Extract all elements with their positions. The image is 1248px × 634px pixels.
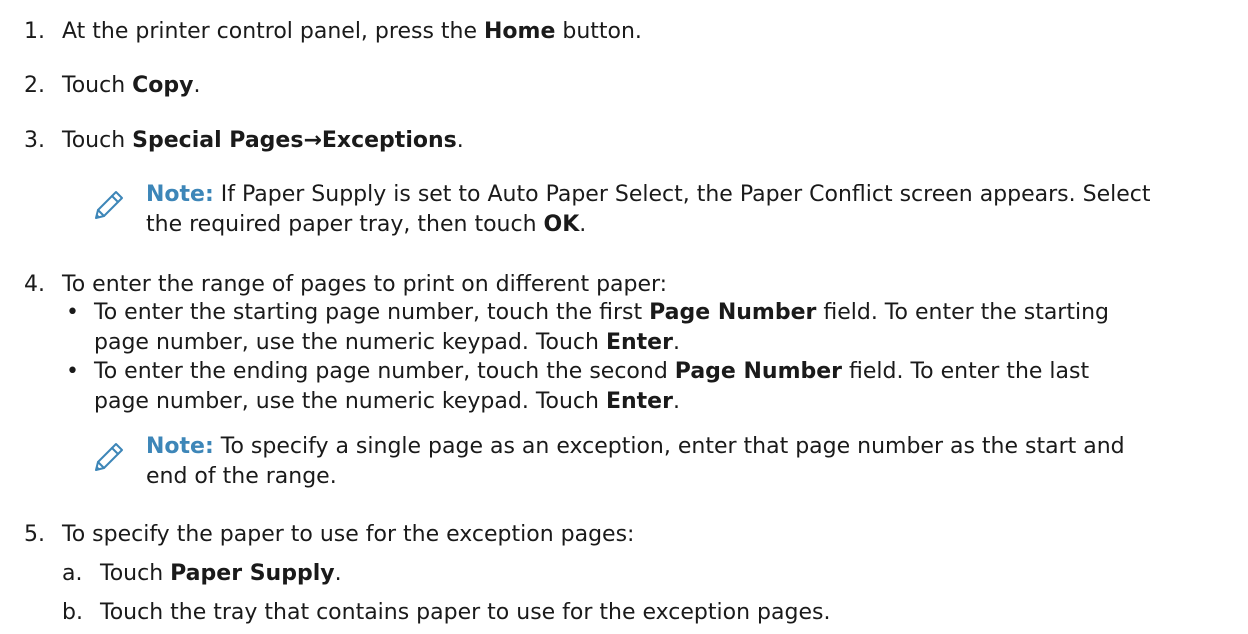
substep-text: Touch Paper Supply.: [100, 561, 342, 586]
note-line: Note: To specify a single page as an exc…: [146, 434, 1125, 459]
pencil-icon: [95, 191, 123, 219]
ui-term: Home: [484, 19, 556, 44]
step-1: 1. At the printer control panel, press t…: [0, 17, 1248, 47]
procedure-document: 1. At the printer control panel, press t…: [0, 0, 1248, 634]
step-number: 1.: [24, 19, 45, 44]
ui-term: Exceptions: [321, 128, 457, 153]
ui-term: Page Number: [674, 359, 843, 384]
note-label: Note:: [146, 434, 214, 459]
bullet-item-1: • To enter the starting page number, tou…: [0, 298, 1248, 358]
bullet-line: To enter the ending page number, touch t…: [94, 359, 1090, 384]
note-line: Note: If Paper Supply is set to Auto Pap…: [146, 182, 1151, 207]
note-line: the required paper tray, then touch OK.: [146, 212, 587, 237]
step-text: At the printer control panel, press the …: [62, 19, 642, 44]
step-text: To enter the range of pages to print on …: [62, 272, 668, 297]
step-text: Touch Copy.: [62, 73, 201, 98]
step-number: 4.: [24, 272, 45, 297]
bullet-line: page number, use the numeric keypad. Tou…: [94, 330, 680, 355]
step-3: 3. Touch Special Pages→Exceptions.: [0, 126, 1248, 156]
note-body: Note: To specify a single page as an exc…: [146, 432, 1125, 492]
bullet-text: To enter the ending page number, touch t…: [94, 357, 1089, 417]
ui-term: Special Pages: [132, 128, 304, 153]
substep-letter: a.: [62, 561, 83, 586]
substep-b: b. Touch the tray that contains paper to…: [0, 598, 1248, 628]
note-body: Note: If Paper Supply is set to Auto Pap…: [146, 180, 1151, 240]
step-2: 2. Touch Copy.: [0, 71, 1248, 101]
substep-a: a. Touch Paper Supply.: [0, 559, 1248, 589]
bullet-icon: •: [66, 300, 79, 325]
bullet-item-2: • To enter the ending page number, touch…: [0, 357, 1248, 417]
note-1: Note: If Paper Supply is set to Auto Pap…: [0, 180, 1248, 244]
substep-text: Touch the tray that contains paper to us…: [100, 600, 831, 625]
ui-term: Page Number: [649, 300, 817, 325]
ui-term: OK: [543, 212, 580, 237]
bullet-text: To enter the starting page number, touch…: [94, 298, 1109, 358]
step-5: 5. To specify the paper to use for the e…: [0, 520, 1248, 550]
note-2: Note: To specify a single page as an exc…: [0, 432, 1248, 496]
arrow-icon: →: [303, 128, 322, 153]
bullet-line: To enter the starting page number, touch…: [94, 300, 1109, 325]
step-4: 4. To enter the range of pages to print …: [0, 270, 1248, 300]
substep-letter: b.: [62, 600, 83, 625]
step-text: To specify the paper to use for the exce…: [62, 522, 635, 547]
pencil-icon: [95, 443, 123, 471]
ui-term: Paper Supply: [170, 561, 335, 586]
step-number: 3.: [24, 128, 45, 153]
note-label: Note:: [146, 182, 214, 207]
note-line: end of the range.: [146, 464, 337, 489]
bullet-line: page number, use the numeric keypad. Tou…: [94, 389, 680, 414]
step-number: 2.: [24, 73, 45, 98]
bullet-icon: •: [66, 359, 79, 384]
ui-term: Copy: [132, 73, 194, 98]
step-number: 5.: [24, 522, 45, 547]
step-text: Touch Special Pages→Exceptions.: [62, 128, 464, 153]
ui-term: Enter: [605, 330, 673, 355]
ui-term: Enter: [605, 389, 673, 414]
